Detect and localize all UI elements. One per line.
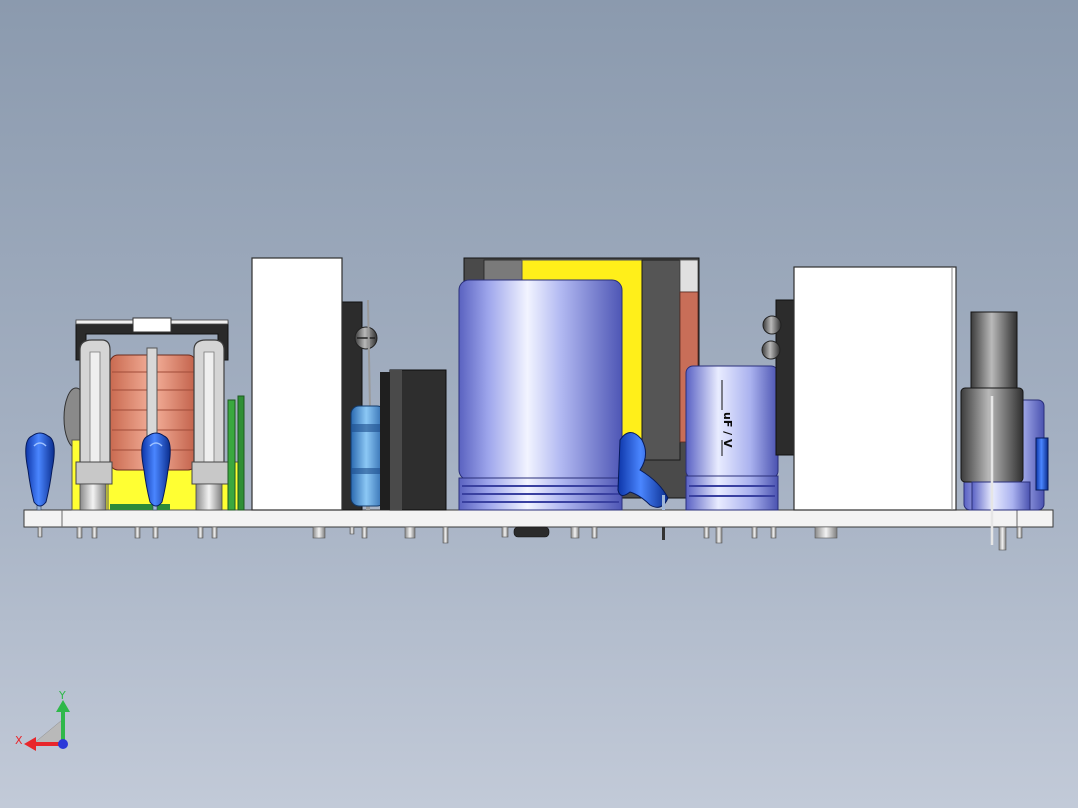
film-capacitor[interactable] (380, 369, 447, 511)
component-pins (37, 526, 1023, 551)
pcb-board[interactable] (23, 509, 1054, 528)
electrolytic-capacitor-small[interactable]: uF / V (685, 365, 779, 511)
triad-x-arrowhead (24, 737, 36, 751)
capacitor-rating-label: uF / V (721, 412, 734, 448)
triad-z-axis (58, 739, 68, 749)
heatsink-right[interactable] (761, 266, 957, 511)
orientation-triad[interactable]: Y X (15, 689, 70, 751)
y-capacitor-left[interactable] (25, 432, 55, 511)
pcb-assembly-model[interactable]: uF / V Y X (0, 0, 1078, 808)
3d-viewport[interactable]: uF / V Y X (0, 0, 1078, 808)
electrolytic-capacitor-large[interactable] (458, 279, 623, 511)
triad-x-label: X (15, 734, 23, 747)
triad-y-label: Y (58, 689, 66, 702)
